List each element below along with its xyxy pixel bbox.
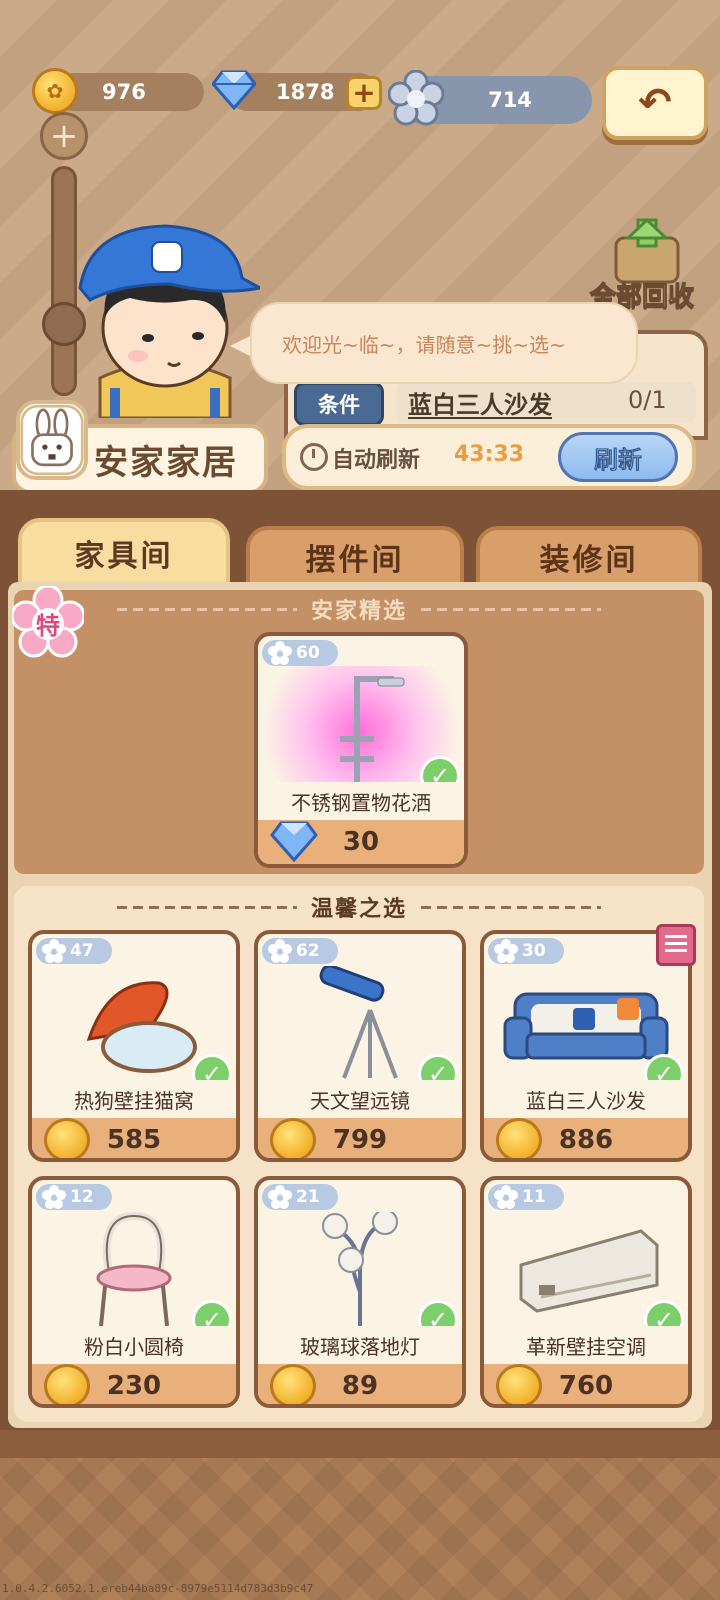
product-name: 玻璃球落地灯 bbox=[258, 1326, 462, 1364]
comfort-score: 11 bbox=[488, 1184, 564, 1210]
shower-icon bbox=[340, 676, 405, 786]
auto-refresh-label: 自动刷新 bbox=[332, 448, 421, 473]
product-price-value: 230 bbox=[106, 1371, 162, 1401]
product-card[interactable]: 21 ✓ 玻璃球落地灯 89 bbox=[254, 1176, 466, 1408]
featured-title-text: 安家精选 bbox=[310, 599, 407, 624]
product-card[interactable]: 60 ✓ 不锈钢置物花洒 30 bbox=[254, 632, 468, 868]
comfort-score: 60 bbox=[262, 640, 338, 666]
flower-icon bbox=[388, 70, 444, 126]
speech-bubble: 欢迎光~临~，请随意~挑~选~ bbox=[250, 302, 638, 384]
coin-icon bbox=[496, 1364, 542, 1404]
product-price[interactable]: 886 bbox=[484, 1118, 688, 1158]
return-arrow-icon: ↶ bbox=[638, 80, 672, 126]
comfort-score-value: 12 bbox=[70, 1187, 94, 1207]
product-card[interactable]: 47 ✓ 热狗壁挂猫窝 585 bbox=[28, 930, 240, 1162]
comfort-score-value: 62 bbox=[296, 941, 320, 961]
product-name: 天文望远镜 bbox=[258, 1080, 462, 1118]
product-price-value: 760 bbox=[558, 1371, 614, 1401]
comfort-score-value: 47 bbox=[70, 941, 94, 961]
title-divider bbox=[116, 607, 297, 611]
product-name: 不锈钢置物花洒 bbox=[258, 782, 464, 820]
condition-item-name: 蓝白三人沙发 bbox=[408, 390, 552, 419]
product-price-value: 30 bbox=[342, 827, 380, 857]
featured-title: 安家精选 bbox=[14, 594, 704, 624]
zoom-in-button[interactable]: + bbox=[40, 112, 88, 160]
comfort-score-value: 21 bbox=[296, 1187, 320, 1207]
gem-count: 1878 bbox=[276, 80, 335, 104]
coin-icon bbox=[270, 1364, 316, 1404]
refresh-timer: 43:33 bbox=[454, 442, 525, 467]
gem-icon bbox=[212, 70, 256, 110]
tab-furniture[interactable]: 家具间 bbox=[18, 518, 230, 588]
flower-icon bbox=[42, 1185, 66, 1209]
version-string: 1.0.4.2.6052.1.ereb44ba89c-8979e5114d783… bbox=[2, 1582, 314, 1595]
comfort-score: 21 bbox=[262, 1184, 338, 1210]
chair-icon bbox=[96, 1212, 172, 1327]
product-price[interactable]: 30 bbox=[258, 820, 464, 864]
product-card[interactable]: 11 ✓ 革新壁挂空调 760 bbox=[480, 1176, 692, 1408]
clock-icon bbox=[300, 443, 328, 471]
add-gems-button[interactable]: + bbox=[346, 76, 382, 110]
product-price-value: 799 bbox=[332, 1125, 388, 1155]
refresh-button[interactable]: 刷新 bbox=[558, 432, 678, 482]
product-price[interactable]: 799 bbox=[258, 1118, 462, 1158]
warm-title-text: 温馨之选 bbox=[310, 897, 407, 922]
tab-decoration[interactable]: 装修间 bbox=[476, 526, 702, 588]
floor-lamp-icon bbox=[322, 1212, 398, 1326]
warm-title: 温馨之选 bbox=[14, 892, 704, 922]
flower-icon bbox=[268, 641, 292, 665]
product-price[interactable]: 89 bbox=[258, 1364, 462, 1404]
comfort-score-value: 30 bbox=[522, 941, 546, 961]
coin-icon bbox=[270, 1118, 316, 1158]
return-button[interactable]: ↶ bbox=[602, 66, 708, 140]
flower-icon bbox=[268, 939, 292, 963]
product-name: 粉白小圆椅 bbox=[32, 1326, 236, 1364]
notebook-icon[interactable] bbox=[656, 924, 696, 966]
flower-icon bbox=[494, 1185, 518, 1209]
title-divider bbox=[421, 905, 601, 909]
shopkeeper-avatar bbox=[78, 224, 260, 418]
condition-count: 0/1 bbox=[628, 386, 667, 414]
gem-icon bbox=[270, 821, 318, 862]
air-conditioner-icon bbox=[519, 1229, 659, 1313]
condition-tag: 条件 bbox=[294, 382, 384, 426]
product-price[interactable]: 760 bbox=[484, 1364, 688, 1404]
product-card[interactable]: 12 ✓ 粉白小圆椅 230 bbox=[28, 1176, 240, 1408]
sofa-icon bbox=[503, 992, 669, 1060]
comfort-score: 47 bbox=[36, 938, 112, 964]
tab-ornaments[interactable]: 摆件间 bbox=[246, 526, 464, 588]
comfort-score-value: 11 bbox=[522, 1187, 546, 1207]
cat-bed-icon bbox=[86, 981, 197, 1073]
title-divider bbox=[421, 607, 601, 611]
product-price-value: 886 bbox=[558, 1125, 614, 1155]
product-price[interactable]: 585 bbox=[32, 1118, 236, 1158]
product-name: 革新壁挂空调 bbox=[484, 1326, 688, 1364]
comfort-score: 62 bbox=[262, 938, 338, 964]
speech-text: 欢迎光~临~，请随意~挑~选~ bbox=[282, 332, 566, 357]
comfort-score: 30 bbox=[488, 938, 564, 964]
flower-icon bbox=[42, 939, 66, 963]
shop-name: 安家家居 bbox=[94, 442, 238, 483]
product-name: 蓝白三人沙发 bbox=[484, 1080, 688, 1118]
coin-icon bbox=[44, 1364, 90, 1404]
flower-count: 714 bbox=[488, 88, 532, 112]
product-name: 热狗壁挂猫窝 bbox=[32, 1080, 236, 1118]
product-price-value: 585 bbox=[106, 1125, 162, 1155]
flower-icon bbox=[494, 939, 518, 963]
coin-icon bbox=[496, 1118, 542, 1158]
product-price[interactable]: 230 bbox=[32, 1364, 236, 1404]
coin-icon: ✿ bbox=[32, 68, 78, 114]
comfort-score: 12 bbox=[36, 1184, 112, 1210]
product-card[interactable]: 62 ✓ 天文望远镜 799 bbox=[254, 930, 466, 1162]
coin-count: 976 bbox=[102, 80, 146, 104]
comfort-score-value: 60 bbox=[296, 643, 320, 663]
bunny-logo-icon bbox=[16, 400, 88, 480]
product-price-value: 89 bbox=[341, 1371, 379, 1401]
title-divider bbox=[116, 905, 297, 909]
telescope-icon bbox=[319, 966, 398, 1079]
special-badge-label: 特 bbox=[36, 612, 60, 640]
coin-icon bbox=[44, 1118, 90, 1158]
floor-edge bbox=[0, 1430, 720, 1458]
flower-icon bbox=[268, 1185, 292, 1209]
